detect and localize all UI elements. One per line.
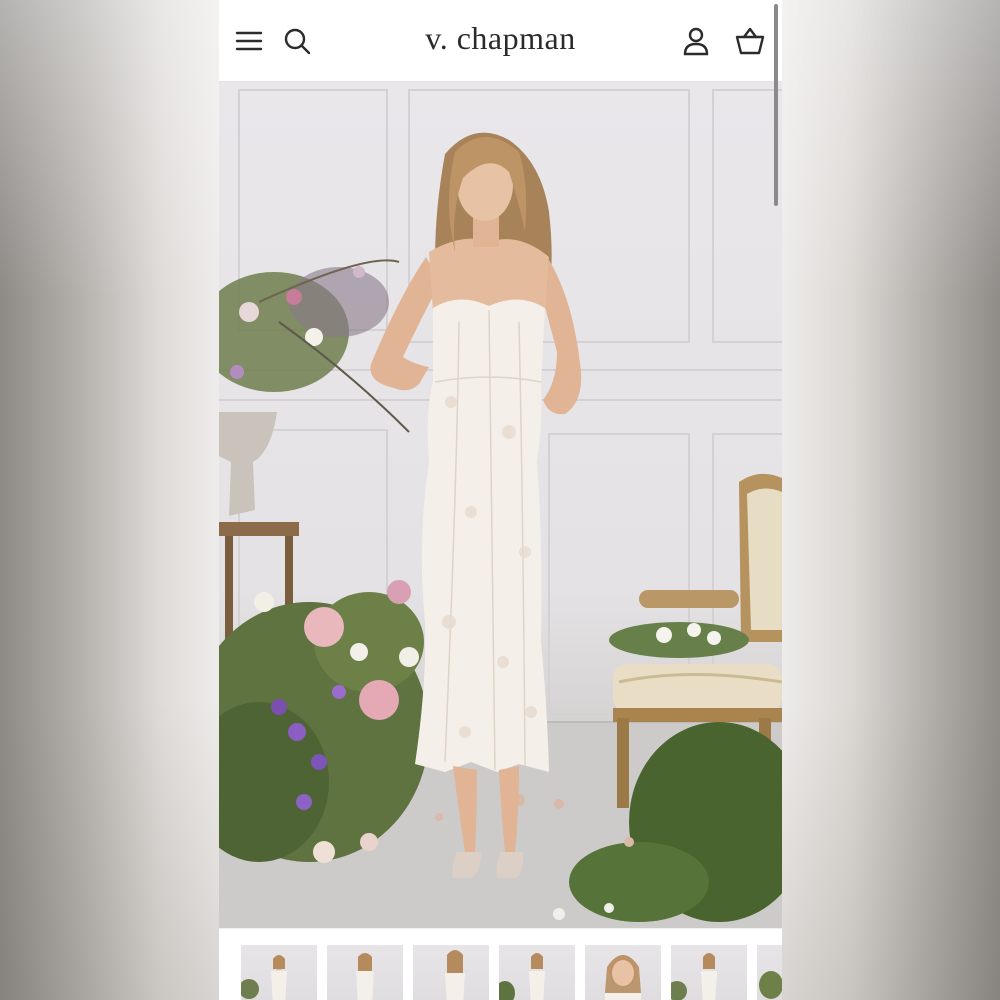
product-thumbnail-7[interactable] — [757, 945, 782, 1000]
product-thumbnail-6[interactable] — [671, 945, 747, 1000]
product-thumbnail-1[interactable] — [241, 945, 317, 1000]
thumbnail-gallery — [219, 928, 782, 1000]
product-thumbnail-2[interactable] — [327, 945, 403, 1000]
product-hero-image[interactable] — [219, 82, 782, 928]
mobile-page: v. chapman — [219, 0, 782, 1000]
hero-illustration — [219, 89, 782, 928]
site-header: v. chapman — [219, 0, 782, 82]
product-thumbnail-3[interactable] — [413, 945, 489, 1000]
product-thumbnail-4[interactable] — [499, 945, 575, 1000]
product-thumbnail-5[interactable] — [585, 945, 661, 1000]
user-account-icon[interactable] — [681, 26, 711, 56]
page-scrollbar[interactable] — [774, 4, 778, 206]
shopping-basket-icon[interactable] — [735, 26, 765, 56]
